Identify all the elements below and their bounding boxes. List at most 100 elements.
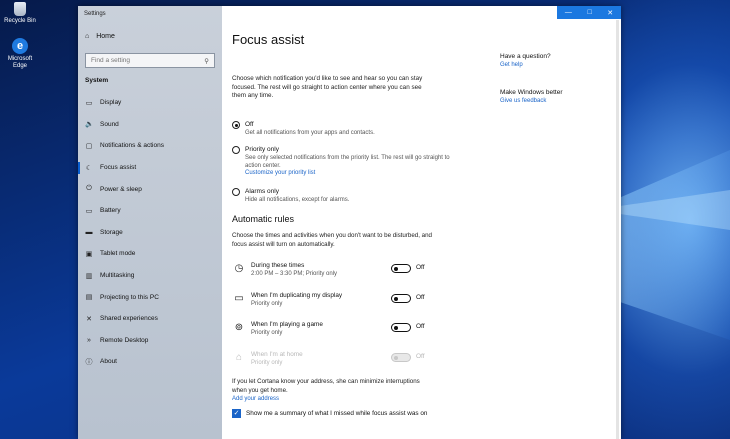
clock-icon: ◷ bbox=[234, 263, 244, 274]
sidebar-item-label: Tablet mode bbox=[100, 250, 136, 258]
desktop-icon-label: Recycle Bin bbox=[4, 18, 36, 24]
sidebar-item-display[interactable]: ▭ Display bbox=[78, 92, 222, 114]
power-icon: ⏻ bbox=[86, 185, 92, 193]
option-description: Get all notifications from your apps and… bbox=[245, 130, 375, 136]
minimize-button[interactable]: — bbox=[565, 9, 572, 16]
rule-name: When I'm playing a game bbox=[251, 321, 323, 328]
get-help-link[interactable]: Get help bbox=[500, 61, 610, 70]
sidebar-item-label: Notifications & actions bbox=[100, 142, 164, 150]
sound-icon: 🔈 bbox=[85, 121, 94, 129]
home-icon: ⌂ bbox=[85, 33, 90, 40]
sidebar-item-remote-desktop[interactable]: » Remote Desktop bbox=[78, 330, 222, 352]
nav-home-label: Home bbox=[96, 33, 115, 40]
option-label: Priority only bbox=[245, 146, 279, 153]
rule-toggle[interactable] bbox=[391, 323, 411, 332]
rule-toggle[interactable] bbox=[391, 264, 411, 273]
wallpaper-light bbox=[620, 150, 730, 340]
rule-playing-game[interactable]: ⊚ When I'm playing a game Priority only … bbox=[232, 320, 442, 342]
sidebar-item-shared-experiences[interactable]: ✕ Shared experiences bbox=[78, 308, 222, 330]
sidebar-item-label: Shared experiences bbox=[100, 315, 158, 323]
radio-priority-only[interactable] bbox=[232, 146, 240, 154]
page-title: Focus assist bbox=[232, 32, 305, 47]
sidebar-item-about[interactable]: ⓘ About bbox=[78, 351, 222, 373]
scrollbar[interactable] bbox=[616, 20, 619, 439]
moon-icon: ☾ bbox=[85, 164, 93, 172]
battery-icon: ▭ bbox=[85, 207, 93, 215]
sidebar-item-label: Sound bbox=[100, 120, 119, 128]
cortana-note: If you let Cortana know your address, sh… bbox=[232, 378, 432, 404]
search-icon[interactable]: ⚲ bbox=[204, 57, 209, 65]
home-icon: ⌂ bbox=[235, 352, 243, 363]
question-title: Have a question? bbox=[500, 53, 551, 60]
rule-during-times[interactable]: ◷ During these times 2:00 PM – 3:30 PM; … bbox=[232, 261, 442, 283]
summary-option[interactable]: ✓ Show me a summary of what I missed whi… bbox=[232, 409, 428, 418]
option-off[interactable]: Off Get all notifications from your apps… bbox=[232, 120, 450, 137]
customize-priority-link[interactable]: Customize your priority list bbox=[245, 170, 450, 176]
nav-home[interactable]: ⌂ Home bbox=[85, 33, 115, 40]
rule-detail: Priority only bbox=[251, 330, 283, 336]
sidebar-item-label: Focus assist bbox=[100, 164, 137, 172]
rules-title: Automatic rules bbox=[232, 214, 295, 224]
rule-toggle bbox=[391, 353, 411, 362]
side-panel: Have a question? Get help Make Windows b… bbox=[500, 52, 610, 106]
sidebar-item-label: Multitasking bbox=[100, 272, 135, 280]
radio-off[interactable] bbox=[232, 121, 240, 129]
info-icon: ⓘ bbox=[85, 358, 93, 366]
desktop-icon-edge[interactable]: e Microsoft Edge bbox=[0, 38, 40, 70]
sidebar-item-label: Storage bbox=[100, 228, 123, 236]
sidebar-item-label: About bbox=[100, 358, 117, 366]
nav-list: ▭ Display 🔈 Sound ▢ Notifications & actions ☾ F… bbox=[78, 92, 222, 373]
option-alarms-only[interactable]: Alarms only Hide all notifications, exce… bbox=[232, 187, 450, 204]
sidebar-item-sound[interactable]: 🔈 Sound bbox=[78, 114, 222, 136]
rule-at-home: ⌂ When I'm at home Priority only Off bbox=[232, 350, 442, 372]
tablet-icon: ▣ bbox=[85, 250, 93, 258]
sidebar: Settings ⌂ Home ⚲ System ▭ Display 🔈 Sound ▢… bbox=[78, 6, 222, 439]
option-label: Off bbox=[245, 121, 254, 128]
gamepad-icon: ⊚ bbox=[234, 322, 244, 333]
maximize-button[interactable]: □ bbox=[587, 9, 591, 16]
storage-icon: ▬ bbox=[85, 228, 93, 236]
sidebar-item-notifications-actions[interactable]: ▢ Notifications & actions bbox=[78, 135, 222, 157]
summary-label: Show me a summary of what I missed while… bbox=[246, 410, 428, 417]
sidebar-item-label: Display bbox=[100, 99, 122, 107]
option-description: Hide all notifications, except for alarm… bbox=[245, 197, 350, 203]
rules-description: Choose the times and activities when you… bbox=[232, 232, 432, 248]
sidebar-item-storage[interactable]: ▬ Storage bbox=[78, 222, 222, 244]
sidebar-item-focus-assist[interactable]: ☾ Focus assist bbox=[78, 157, 222, 179]
add-address-link[interactable]: Add your address bbox=[232, 395, 432, 404]
desktop-icon-recycle-bin[interactable]: Recycle Bin bbox=[0, 2, 40, 25]
app-title: Settings bbox=[84, 11, 106, 17]
shared-icon: ✕ bbox=[86, 315, 92, 323]
radio-alarms-only[interactable] bbox=[232, 188, 240, 196]
sidebar-item-label: Projecting to this PC bbox=[100, 293, 159, 301]
multitasking-icon: ▥ bbox=[85, 272, 93, 280]
notifications-icon: ▢ bbox=[85, 142, 93, 150]
rule-toggle[interactable] bbox=[391, 294, 411, 303]
option-description: See only selected notifications from the… bbox=[245, 155, 450, 169]
sidebar-item-tablet-mode[interactable]: ▣ Tablet mode bbox=[78, 243, 222, 265]
summary-checkbox[interactable]: ✓ bbox=[232, 409, 241, 418]
desktop-icon-label: Microsoft Edge bbox=[7, 56, 33, 69]
option-priority-only[interactable]: Priority only See only selected notifica… bbox=[232, 145, 450, 176]
feedback-link[interactable]: Give us feedback bbox=[500, 97, 610, 106]
sidebar-item-power-sleep[interactable]: ⏻ Power & sleep bbox=[78, 178, 222, 200]
sidebar-item-battery[interactable]: ▭ Battery bbox=[78, 200, 222, 222]
search-input[interactable] bbox=[91, 57, 191, 64]
toggle-state: Off bbox=[416, 323, 425, 330]
option-label: Alarms only bbox=[245, 188, 279, 195]
remote-desktop-icon: » bbox=[87, 336, 91, 344]
close-button[interactable]: ✕ bbox=[607, 9, 613, 17]
window-controls: — □ ✕ bbox=[557, 6, 621, 19]
projecting-icon: ▤ bbox=[85, 294, 93, 302]
display-icon: ▭ bbox=[85, 99, 93, 107]
cortana-text: If you let Cortana know your address, sh… bbox=[232, 378, 420, 394]
sidebar-item-projecting-to-this-pc[interactable]: ▤ Projecting to this PC bbox=[78, 286, 222, 308]
rule-name: During these times bbox=[251, 262, 305, 269]
search-box[interactable]: ⚲ bbox=[85, 53, 215, 68]
recycle-bin-icon bbox=[14, 2, 26, 16]
settings-window: Settings ⌂ Home ⚲ System ▭ Display 🔈 Sound ▢… bbox=[78, 6, 621, 439]
page-description: Choose which notification you'd like to … bbox=[232, 75, 423, 99]
sidebar-item-label: Remote Desktop bbox=[100, 336, 149, 344]
sidebar-item-multitasking[interactable]: ▥ Multitasking bbox=[78, 265, 222, 287]
rule-duplicating-display[interactable]: ▭ When I'm duplicating my display Priori… bbox=[232, 291, 442, 313]
